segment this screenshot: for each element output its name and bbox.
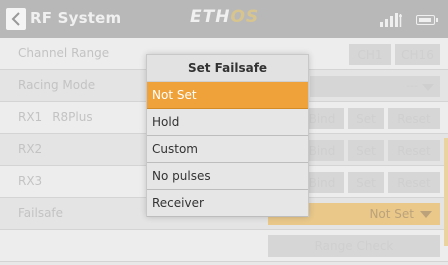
option-hold[interactable]: Hold (147, 109, 308, 136)
rx3-set-button[interactable]: Set (348, 172, 384, 193)
rx3-reset-button[interactable]: Reset (388, 172, 440, 193)
racing-mode-dropdown[interactable]: --- (310, 76, 440, 97)
channel-range-end[interactable]: CH16 (395, 44, 440, 65)
chevron-down-icon (420, 211, 432, 218)
channel-range-label: Channel Range (18, 46, 110, 60)
page-title: RF System (30, 9, 122, 27)
rx2-label: RX2 (18, 142, 43, 156)
failsafe-value: Not Set (369, 207, 414, 221)
range-check-button[interactable]: Range Check (268, 235, 440, 257)
signal-strength-icon (380, 13, 402, 27)
title-bar: RF System ETHOS (0, 0, 448, 38)
option-no-pulses[interactable]: No pulses (147, 163, 308, 190)
racing-mode-value: --- (406, 79, 418, 92)
rx1-set-button[interactable]: Set (348, 108, 384, 129)
rx1-name: R8Plus (52, 110, 93, 124)
channel-range-start[interactable]: CH1 (349, 44, 391, 65)
rx1-label: RX1 R8Plus (18, 110, 93, 124)
set-failsafe-dialog: Set Failsafe Not Set Hold Custom No puls… (146, 54, 309, 217)
option-not-set[interactable]: Not Set (147, 82, 308, 109)
chevron-down-icon (422, 84, 434, 91)
scrollbar[interactable] (444, 138, 448, 246)
brand-logo: ETHOS (190, 7, 260, 27)
option-custom[interactable]: Custom (147, 136, 308, 163)
rx2-reset-button[interactable]: Reset (388, 140, 440, 161)
back-button[interactable] (6, 8, 26, 30)
chevron-left-icon (11, 12, 20, 26)
option-receiver[interactable]: Receiver (147, 190, 308, 217)
failsafe-label: Failsafe (18, 206, 64, 220)
row-range-check: Range Check (0, 230, 448, 262)
rx1-reset-button[interactable]: Reset (388, 108, 440, 129)
racing-mode-label: Racing Mode (18, 78, 96, 92)
rx3-label: RX3 (18, 174, 43, 188)
dialog-title: Set Failsafe (147, 55, 308, 82)
battery-icon (416, 15, 438, 25)
rx2-set-button[interactable]: Set (348, 140, 384, 161)
